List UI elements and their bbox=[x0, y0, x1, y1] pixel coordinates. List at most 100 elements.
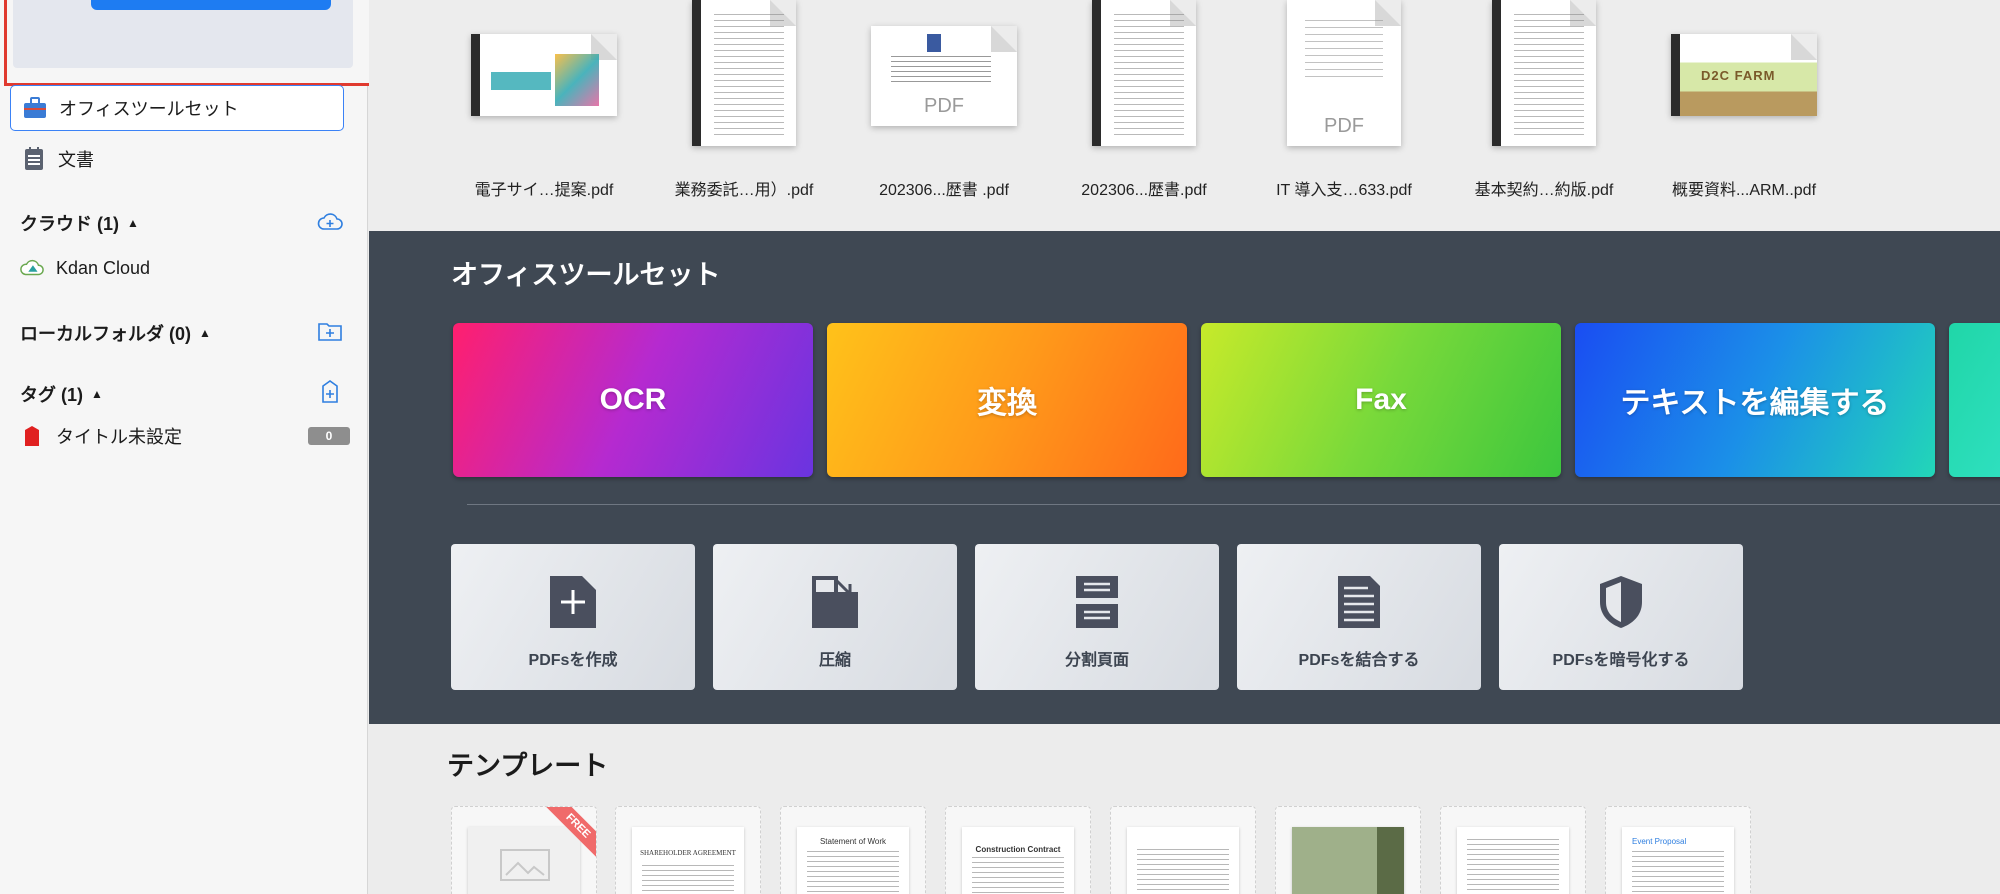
compress-icon bbox=[812, 576, 858, 628]
tool-label: 圧縮 bbox=[818, 652, 851, 669]
tool-label: PDFsを暗号化する bbox=[1552, 652, 1690, 669]
cloud-heading-label: クラウド (1) bbox=[20, 214, 119, 234]
section-title: テンプレート bbox=[447, 751, 609, 781]
local-heading-label: ローカルフォルダ (0) bbox=[20, 324, 191, 344]
recent-file[interactable]: PDF 202306...歴書 .pdf bbox=[849, 0, 1039, 210]
file-thumbnail bbox=[1092, 0, 1196, 146]
tags-heading[interactable]: タグ (1) ▲ bbox=[20, 381, 103, 407]
template-thumbnail bbox=[468, 827, 580, 894]
file-name: 概要資料...ARM..pdf bbox=[1671, 182, 1817, 199]
kdan-cloud-icon bbox=[20, 256, 44, 280]
template-card[interactable]: Event Proposal bbox=[1605, 806, 1751, 894]
template-thumbnail: Construction Contract bbox=[962, 827, 1074, 894]
file-name: 電子サイ…提案.pdf bbox=[474, 182, 614, 199]
sidebar: オフィスツールセット 文書 クラウド (1) ▲ Kdan Cloud ローカルフ… bbox=[0, 0, 372, 894]
file-thumbnail bbox=[692, 0, 796, 146]
template-title: Statement of Work bbox=[819, 837, 887, 846]
split-pages-card[interactable]: 分割頁面 bbox=[975, 544, 1219, 690]
template-thumbnail bbox=[1292, 827, 1404, 894]
caret-up-icon: ▲ bbox=[199, 326, 211, 340]
ocr-banner[interactable]: OCR bbox=[453, 323, 813, 477]
create-pdf-card[interactable]: PDFsを作成 bbox=[451, 544, 695, 690]
template-title: Event Proposal bbox=[1632, 837, 1687, 846]
sidebar-item-label: オフィスツールセット bbox=[59, 99, 239, 119]
compress-card[interactable]: 圧縮 bbox=[713, 544, 957, 690]
add-tag-button[interactable] bbox=[317, 379, 343, 405]
recent-file[interactable]: 業務委託…用）.pdf bbox=[649, 0, 839, 210]
file-thumbnail bbox=[1492, 0, 1596, 146]
template-thumbnail bbox=[1457, 827, 1569, 894]
tags-heading-label: タグ (1) bbox=[20, 385, 83, 405]
sidebar-item-office-toolset[interactable]: オフィスツールセット bbox=[10, 85, 344, 131]
main-content: 電子サイ…提案.pdf 業務委託…用）.pdf PDF 202306...歴書 … bbox=[369, 0, 2000, 894]
file-thumbnail: D2C FARM bbox=[1671, 34, 1817, 116]
divider bbox=[467, 504, 2000, 505]
banner-label: Fax bbox=[1355, 383, 1407, 416]
template-thumbnail: SHAREHOLDER AGREEMENT bbox=[632, 827, 744, 894]
tool-label: PDFsを作成 bbox=[528, 652, 618, 669]
template-title: SHAREHOLDER AGREEMENT bbox=[640, 849, 736, 857]
add-local-folder-button[interactable] bbox=[317, 318, 343, 344]
pdf-thumb-label: PDF bbox=[1324, 115, 1364, 137]
tag-item-untitled[interactable]: タイトル未設定 0 bbox=[20, 420, 350, 452]
cloud-section-heading[interactable]: クラウド (1) ▲ bbox=[20, 210, 139, 236]
template-thumbnail: Statement of Work bbox=[797, 827, 909, 894]
fax-banner[interactable]: Fax bbox=[1201, 323, 1561, 477]
pdf-thumb-label: PDF bbox=[924, 95, 964, 117]
convert-banner[interactable]: 変換 bbox=[827, 323, 1187, 477]
tool-label: 分割頁面 bbox=[1064, 652, 1129, 669]
image-placeholder-icon bbox=[500, 849, 550, 881]
template-card[interactable] bbox=[1275, 806, 1421, 894]
file-thumbnail bbox=[471, 34, 617, 116]
recent-file[interactable]: 202306...歴書.pdf bbox=[1049, 0, 1239, 210]
recent-file[interactable]: 電子サイ…提案.pdf bbox=[449, 0, 639, 210]
file-name: 業務委託…用）.pdf bbox=[674, 182, 814, 199]
caret-up-icon: ▲ bbox=[127, 216, 139, 230]
promo-card bbox=[13, 0, 353, 68]
promo-panel[interactable] bbox=[4, 0, 372, 86]
create-pdf-icon bbox=[550, 576, 596, 628]
template-card[interactable] bbox=[1110, 806, 1256, 894]
merge-pdf-icon bbox=[1338, 576, 1380, 628]
recent-file[interactable]: 基本契約…約版.pdf bbox=[1449, 0, 1639, 210]
tag-icon bbox=[20, 424, 44, 448]
next-banner-peek[interactable] bbox=[1949, 323, 2000, 477]
tool-label: PDFsを結合する bbox=[1298, 652, 1420, 669]
file-thumbnail: PDF bbox=[871, 26, 1017, 126]
sidebar-item-documents[interactable]: 文書 bbox=[10, 136, 344, 182]
recent-file[interactable]: PDF IT 導入支…633.pdf bbox=[1249, 0, 1439, 210]
office-toolset-section: オフィスツールセット OCR 変換 Fax テキストを編集する PDFsを作成 … bbox=[369, 231, 2000, 724]
encrypt-pdf-icon bbox=[1600, 576, 1642, 628]
tag-count-badge: 0 bbox=[308, 427, 350, 445]
encrypt-pdf-card[interactable]: PDFsを暗号化する bbox=[1499, 544, 1743, 690]
file-name: IT 導入支…633.pdf bbox=[1276, 182, 1412, 199]
section-title: オフィスツールセット bbox=[451, 260, 721, 290]
sidebar-item-label: 文書 bbox=[58, 150, 94, 170]
template-thumbnail: Event Proposal bbox=[1622, 827, 1734, 894]
template-card[interactable]: Construction Contract bbox=[945, 806, 1091, 894]
templates-section: テンプレート FREE SHAREHOLDER AGREEMENT Statem… bbox=[369, 724, 2000, 894]
file-name: 基本契約…約版.pdf bbox=[1474, 182, 1614, 199]
cloud-item-label: Kdan Cloud bbox=[56, 257, 151, 278]
template-card[interactable]: Statement of Work bbox=[780, 806, 926, 894]
banner-label: テキストを編集する bbox=[1620, 387, 1890, 420]
tag-item-label: タイトル未設定 bbox=[56, 427, 182, 447]
toolbox-icon bbox=[23, 96, 47, 120]
template-thumbnail bbox=[1127, 827, 1239, 894]
template-card[interactable]: SHAREHOLDER AGREEMENT bbox=[615, 806, 761, 894]
merge-pdf-card[interactable]: PDFsを結合する bbox=[1237, 544, 1481, 690]
add-cloud-button[interactable] bbox=[317, 209, 343, 235]
template-card[interactable] bbox=[1440, 806, 1586, 894]
banner-label: OCR bbox=[599, 383, 667, 416]
local-folder-heading[interactable]: ローカルフォルダ (0) ▲ bbox=[20, 320, 211, 346]
caret-up-icon: ▲ bbox=[91, 387, 103, 401]
banner-label: 変換 bbox=[977, 387, 1037, 420]
template-card[interactable]: FREE bbox=[451, 806, 597, 894]
edit-text-banner[interactable]: テキストを編集する bbox=[1575, 323, 1935, 477]
file-name: 202306...歴書 .pdf bbox=[879, 182, 1009, 199]
cloud-item-kdan[interactable]: Kdan Cloud bbox=[20, 252, 350, 284]
file-name: 202306...歴書.pdf bbox=[1081, 182, 1207, 199]
recent-file[interactable]: D2C FARM 概要資料...ARM..pdf bbox=[1649, 0, 1839, 210]
promo-button[interactable] bbox=[91, 0, 331, 10]
template-title: Construction Contract bbox=[975, 845, 1061, 854]
